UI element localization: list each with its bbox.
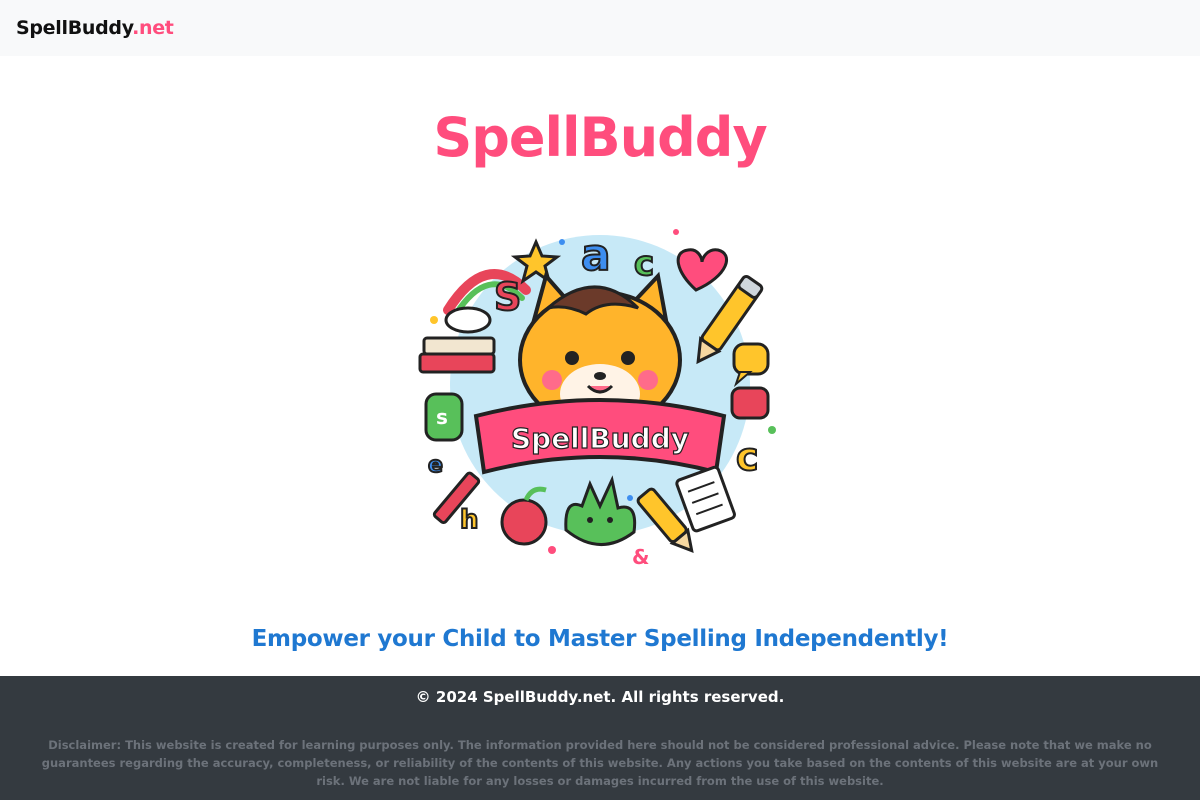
- spellbuddy-logo-image: S a c s c e SpellBuddy h &: [376, 180, 824, 612]
- books-icon: [418, 336, 496, 374]
- red-block-icon: [730, 386, 770, 420]
- letter-a-icon: a: [581, 230, 611, 281]
- brand-name: SpellBuddy: [16, 17, 133, 39]
- brand-link[interactable]: SpellBuddy.net: [16, 17, 174, 39]
- letter-s-icon: S: [494, 275, 521, 319]
- letter-h-icon: h: [460, 505, 479, 535]
- logo-banner-text: SpellBuddy: [511, 422, 689, 455]
- logo-illustration: S a c s c e SpellBuddy h &: [376, 180, 824, 612]
- disclaimer-text: Disclaimer: This website is created for …: [41, 738, 1159, 788]
- navbar: SpellBuddy.net: [0, 0, 1200, 56]
- svg-text:s: s: [436, 405, 448, 429]
- letter-c-icon: c: [634, 244, 654, 284]
- tagline: Empower your Child to Master Spelling In…: [251, 626, 949, 652]
- letter-e-icon: e: [428, 453, 443, 478]
- main-content: SpellBuddy S a c s c e SpellBuddy h & Em…: [0, 56, 1200, 676]
- green-block-icon: s: [424, 392, 464, 442]
- letter-c-yellow-icon: c: [736, 435, 759, 479]
- hero-title: SpellBuddy: [433, 106, 767, 169]
- brand-tld: .net: [132, 17, 174, 39]
- copyright-text: © 2024 SpellBuddy.net. All rights reserv…: [415, 688, 785, 706]
- footer: © 2024 SpellBuddy.net. All rights reserv…: [0, 676, 1200, 800]
- ampersand-icon: &: [632, 545, 649, 569]
